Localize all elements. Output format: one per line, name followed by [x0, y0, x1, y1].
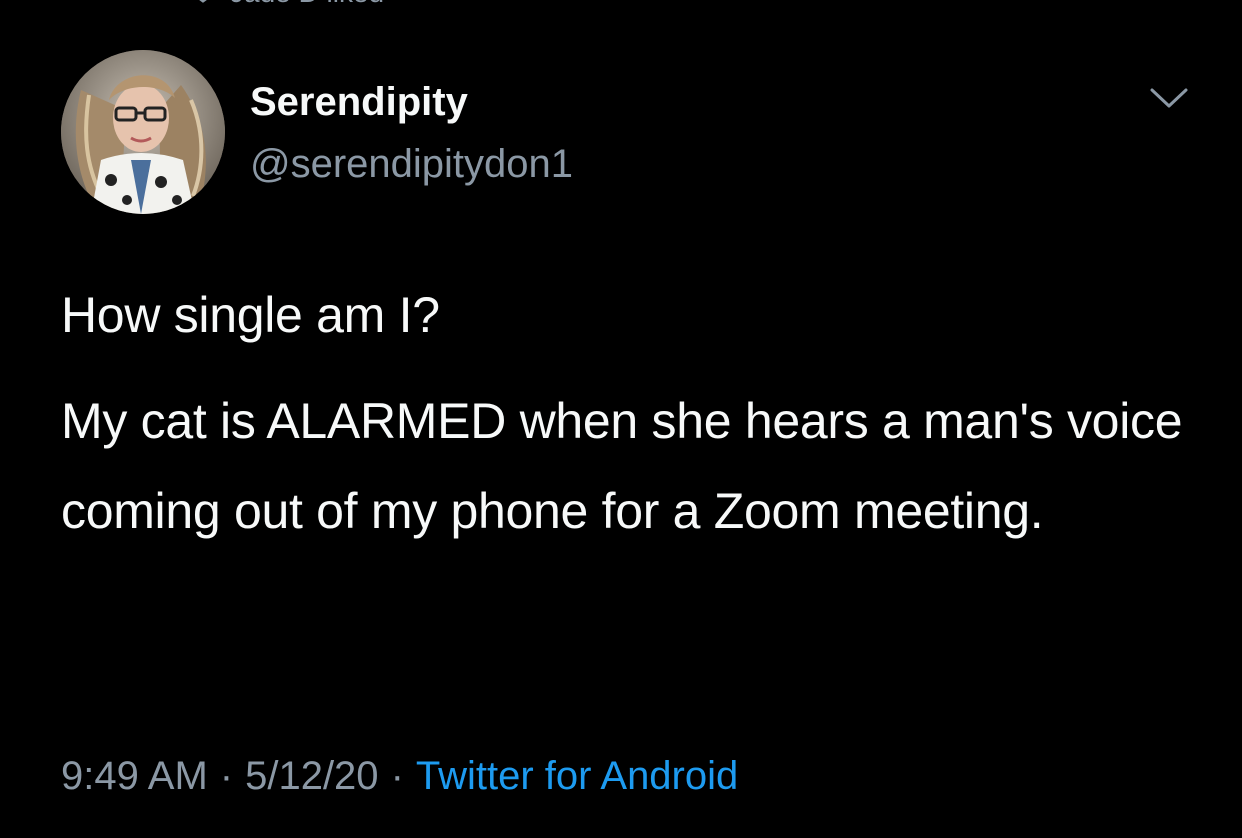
meta-separator: · — [390, 754, 404, 798]
author-display-name[interactable]: Serendipity — [250, 78, 468, 126]
social-context: Jade D liked — [190, 0, 384, 8]
tweet-text-line: How single am I? — [61, 287, 440, 343]
avatar-photo — [61, 50, 225, 214]
tweet-time[interactable]: 9:49 AM — [61, 754, 208, 798]
social-context-text[interactable]: Jade D liked — [230, 0, 384, 8]
meta-separator: · — [219, 754, 234, 798]
heart-icon — [190, 0, 216, 6]
tweet-menu-button[interactable] — [1148, 82, 1190, 114]
tweet-metadata: 9:49 AM · 5/12/20 · Twitter for Android — [61, 750, 738, 802]
tweet-text: How single am I? My cat is ALARMED when … — [61, 270, 1201, 556]
tweet-date[interactable]: 5/12/20 — [245, 754, 378, 798]
tweet-text-line: My cat is ALARMED when she hears a man's… — [61, 393, 1183, 539]
author-handle[interactable]: @serendipitydon1 — [250, 140, 573, 188]
chevron-down-icon — [1150, 88, 1188, 108]
tweet-source-link[interactable]: Twitter for Android — [416, 754, 738, 798]
avatar[interactable] — [61, 50, 225, 214]
